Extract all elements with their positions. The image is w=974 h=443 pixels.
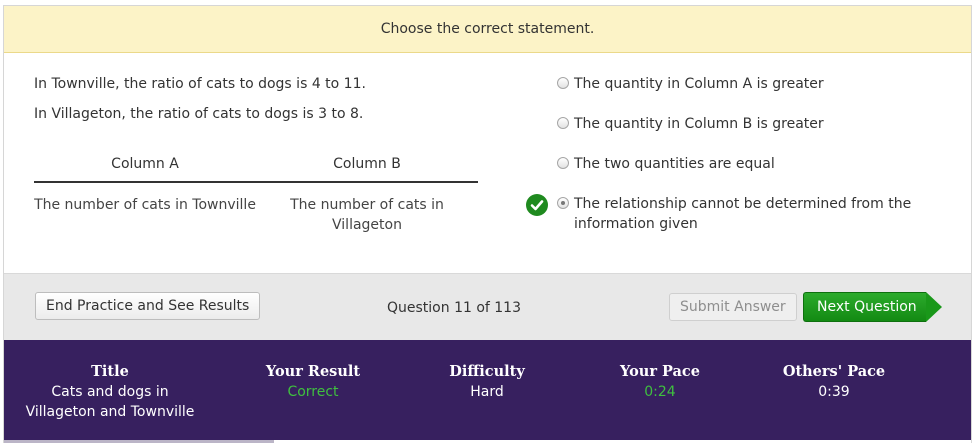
difficulty-value: Hard: [470, 384, 504, 400]
next-question-label: Next Question: [803, 292, 926, 322]
others-pace-value: 0:39: [818, 384, 850, 400]
difficulty-column: Difficulty Hard: [404, 362, 570, 402]
answer-option-c[interactable]: The two quantities are equal: [524, 154, 964, 194]
radio-button-selected[interactable]: [557, 197, 569, 209]
prompt-banner: Choose the correct statement.: [4, 6, 971, 53]
results-bar: Title Cats and dogs in Villageton and To…: [4, 340, 971, 440]
answer-options: The quantity in Column A is greater The …: [524, 74, 964, 242]
table-row: The number of cats in Townville The numb…: [34, 183, 478, 235]
radio-button[interactable]: [557, 77, 569, 89]
answer-option-label: The two quantities are equal: [574, 156, 775, 172]
quantity-comparison-table: Column A Column B The number of cats in …: [34, 146, 478, 235]
your-pace-header: Your Pace: [620, 363, 700, 380]
column-a-value: The number of cats in Townville: [34, 197, 256, 213]
table-header-row: Column A Column B: [34, 146, 478, 183]
your-pace-value: 0:24: [644, 384, 676, 400]
checkmark-icon: [526, 194, 548, 216]
column-b-value: The number of cats in Villageton: [290, 197, 444, 233]
column-b-header: Column B: [333, 155, 401, 172]
title-value: Cats and dogs in Villageton and Townvill…: [25, 384, 195, 420]
radio-button[interactable]: [557, 157, 569, 169]
your-pace-column: Your Pace 0:24: [574, 362, 746, 402]
answer-option-label: The quantity in Column A is greater: [574, 76, 824, 92]
end-practice-button[interactable]: End Practice and See Results: [35, 292, 261, 320]
question-counter: Question 11 of 113: [387, 300, 521, 316]
result-title-column: Title Cats and dogs in Villageton and To…: [16, 362, 204, 422]
question-stem-line-2: In Villageton, the ratio of cats to dogs…: [34, 106, 364, 122]
action-toolbar: End Practice and See Results Question 11…: [4, 273, 971, 340]
column-a-header: Column A: [111, 155, 179, 172]
submit-answer-button[interactable]: Submit Answer: [669, 293, 797, 321]
others-pace-column: Others' Pace 0:39: [756, 362, 912, 402]
answer-option-a[interactable]: The quantity in Column A is greater: [524, 74, 964, 114]
answer-option-b[interactable]: The quantity in Column B is greater: [524, 114, 964, 154]
question-stem-line-1: In Townville, the ratio of cats to dogs …: [34, 76, 366, 92]
answer-option-d[interactable]: The relationship cannot be determined fr…: [524, 194, 964, 242]
answer-option-label: The quantity in Column B is greater: [574, 116, 824, 132]
arrow-right-icon: [926, 292, 942, 322]
question-panel: Choose the correct statement. In Townvil…: [3, 5, 972, 443]
radio-button[interactable]: [557, 117, 569, 129]
answer-option-label: The relationship cannot be determined fr…: [574, 196, 912, 232]
your-result-column: Your Result Correct: [224, 362, 402, 402]
prompt-text: Choose the correct statement.: [380, 21, 595, 37]
others-pace-header: Others' Pace: [782, 363, 886, 380]
difficulty-header: Difficulty: [449, 363, 525, 380]
your-result-header: Your Result: [265, 363, 361, 380]
title-header: Title: [91, 363, 129, 380]
your-result-value: Correct: [287, 384, 339, 400]
